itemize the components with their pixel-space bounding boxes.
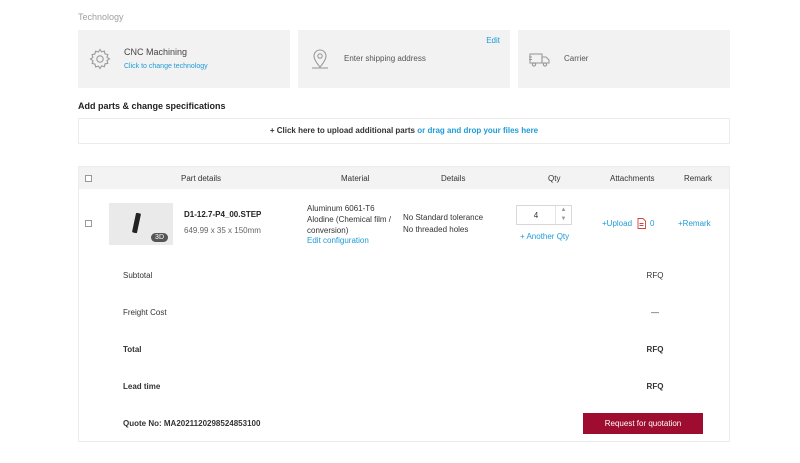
material-line-2: Alodine (Chemical film / [307, 215, 392, 224]
edit-address-link[interactable]: Edit [486, 36, 500, 45]
lead-time-value: RFQ [646, 382, 664, 391]
details-line-1: No Standard tolerance [403, 213, 484, 222]
part-dimensions: 649.99 x 35 x 150mm [184, 226, 261, 235]
lead-time-label: Lead time [123, 382, 161, 391]
parts-heading: Add parts & change specifications [78, 101, 226, 111]
table-header: Part details Material Details Qty Attach… [79, 167, 729, 189]
total-label: Total [123, 345, 142, 354]
add-remark-link[interactable]: +Remark [678, 218, 711, 229]
part-thumbnail[interactable]: 3D [109, 203, 173, 245]
carrier-label: Carrier [564, 54, 589, 63]
quantity-value[interactable]: 4 [517, 211, 555, 220]
technology-label: Technology [78, 12, 124, 22]
shipping-address-card[interactable]: Enter shipping address Edit [298, 30, 510, 88]
total-value: RFQ [646, 345, 664, 354]
header-remark: Remark [684, 174, 713, 183]
request-quotation-button[interactable]: Request for quotation [583, 413, 703, 434]
subtotal-label: Subtotal [123, 271, 153, 280]
change-technology-link[interactable]: Click to change technology [124, 63, 208, 70]
technology-card[interactable]: CNC Machining Click to change technology [78, 30, 290, 88]
header-attachments: Attachments [610, 174, 655, 183]
technology-title: CNC Machining [124, 47, 188, 57]
header-qty: Qty [548, 174, 561, 183]
details-line-2: No threaded holes [403, 225, 469, 234]
carrier-card[interactable]: Carrier [518, 30, 730, 88]
shipping-address-placeholder: Enter shipping address [344, 54, 426, 63]
upload-attachment-link[interactable]: +Upload [602, 218, 632, 229]
upload-parts-area[interactable]: + Click here to upload additional parts … [78, 118, 730, 144]
freight-label: Freight Cost [123, 308, 167, 317]
freight-value: — [651, 308, 659, 317]
header-part-details: Part details [181, 174, 222, 183]
attachment-count[interactable]: 0 [650, 218, 654, 229]
header-material: Material [341, 174, 370, 183]
3d-badge[interactable]: 3D [151, 233, 168, 242]
quantity-stepper[interactable]: 4 ▲ ▼ [516, 205, 572, 225]
qty-increment-icon[interactable]: ▲ [556, 206, 571, 215]
qty-decrement-icon[interactable]: ▼ [556, 215, 571, 224]
file-icon [637, 218, 646, 229]
part-preview-icon [131, 212, 142, 234]
select-all-checkbox[interactable] [85, 175, 92, 182]
gear-icon [89, 48, 111, 70]
quote-number: Quote No: MA2021120298524853100 [123, 419, 261, 428]
subtotal-value: RFQ [646, 271, 664, 280]
another-qty-link[interactable]: + Another Qty [520, 231, 569, 242]
parts-table: Part details Material Details Qty Attach… [78, 166, 730, 442]
edit-configuration-link[interactable]: Edit configuration [307, 235, 369, 246]
header-details: Details [441, 174, 466, 183]
upload-parts-text: + Click here to upload additional parts [269, 126, 415, 135]
row-checkbox[interactable] [85, 220, 92, 227]
material-line-1: Aluminum 6061-T6 [307, 204, 375, 213]
truck-icon [529, 53, 550, 67]
drag-drop-link[interactable]: or drag and drop your files here [417, 126, 538, 135]
part-name: D1-12.7-P4_00.STEP [184, 210, 262, 219]
location-pin-icon [312, 49, 328, 69]
